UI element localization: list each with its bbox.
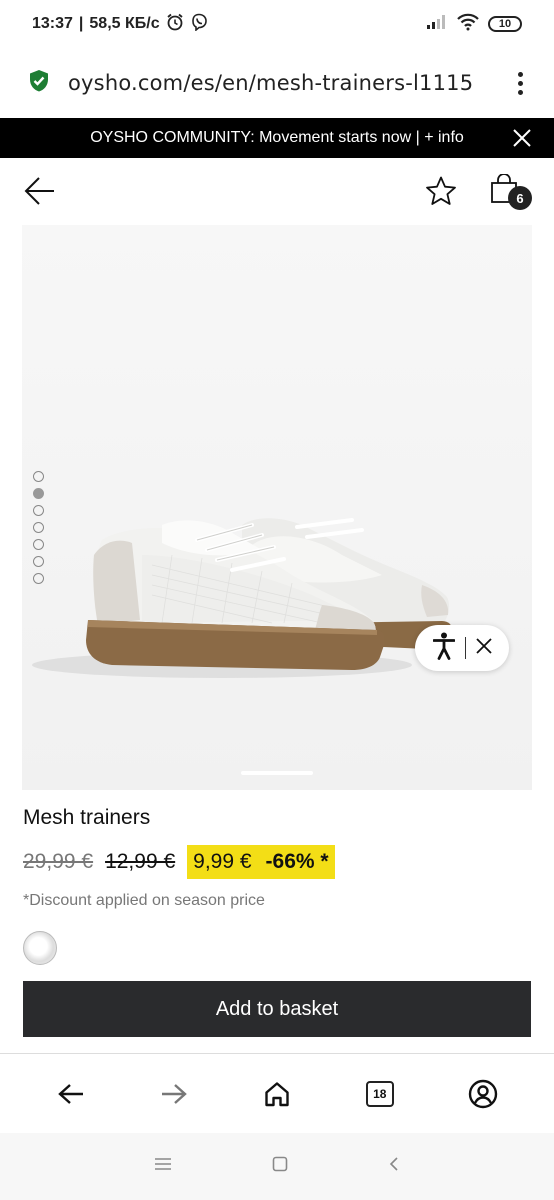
status-right: 10 (426, 13, 522, 36)
status-left: 13:37 | 58,5 КБ/с (32, 13, 208, 36)
battery-icon: 10 (488, 16, 522, 32)
network-speed: 58,5 КБ/с (89, 15, 160, 32)
chevron-left-icon[interactable] (388, 1156, 400, 1177)
close-icon[interactable] (512, 128, 532, 148)
status-divider: | (78, 15, 84, 32)
square-icon[interactable] (272, 1156, 288, 1177)
url-text[interactable]: oysho.com/es/en/mesh-trainers-l1115 (68, 71, 488, 95)
product-image-carousel[interactable] (22, 225, 532, 790)
image-dot[interactable] (33, 471, 44, 482)
image-dot[interactable] (33, 573, 44, 584)
discount-note: *Discount applied on season price (23, 892, 265, 909)
bag-count-badge[interactable]: 6 (508, 186, 532, 210)
alarm-icon (166, 13, 184, 36)
image-dot[interactable] (33, 505, 44, 516)
viber-icon (190, 13, 208, 36)
price-row: 29,99 € 12,99 € 9,99 € -66% * (23, 844, 335, 880)
sale-price-badge: 9,99 € -66% * (187, 845, 335, 879)
back-arrow-icon[interactable] (24, 176, 56, 211)
secure-shield-icon[interactable] (28, 69, 50, 98)
product-title: Mesh trainers (23, 806, 151, 829)
image-dot[interactable] (33, 522, 44, 533)
signal-icon (426, 14, 448, 35)
forward-icon[interactable] (150, 1070, 198, 1118)
image-dot[interactable] (33, 539, 44, 550)
product-photo (22, 225, 532, 790)
browser-bottom-nav: 18 (0, 1053, 554, 1133)
accessibility-icon[interactable] (432, 632, 455, 665)
add-to-basket-button[interactable]: Add to basket (23, 981, 531, 1037)
tab-count[interactable]: 18 (365, 1080, 394, 1107)
image-dot[interactable] (33, 556, 44, 567)
browser-menu-icon[interactable] (510, 71, 530, 95)
wifi-icon (456, 13, 480, 36)
profile-icon[interactable] (459, 1070, 507, 1118)
price-sale: 9,99 € (193, 850, 252, 873)
widget-divider (464, 637, 466, 659)
system-nav-bar (0, 1133, 554, 1200)
promo-banner[interactable]: OYSHO COMMUNITY: Movement starts now | +… (0, 118, 554, 158)
menu-lines-icon[interactable] (154, 1157, 172, 1176)
back-icon[interactable] (47, 1070, 95, 1118)
status-time: 13:37 (32, 15, 73, 32)
url-bar[interactable]: oysho.com/es/en/mesh-trainers-l1115 (0, 48, 554, 118)
tabs-icon[interactable]: 18 (356, 1070, 404, 1118)
status-bar: 13:37 | 58,5 КБ/с 10 (0, 0, 554, 48)
home-icon[interactable] (253, 1070, 301, 1118)
accessibility-widget[interactable] (415, 625, 509, 671)
swipe-indicator (241, 771, 313, 775)
star-icon[interactable] (425, 175, 457, 212)
price-previous: 12,99 € (105, 850, 176, 873)
page-header (0, 158, 554, 224)
promo-text[interactable]: OYSHO COMMUNITY: Movement starts now | +… (90, 129, 464, 147)
image-pagination[interactable] (33, 471, 44, 584)
discount-percent: -66% * (265, 850, 329, 873)
image-dot-active[interactable] (33, 488, 44, 499)
price-original: 29,99 € (23, 850, 94, 873)
color-swatch[interactable] (23, 931, 57, 965)
close-icon[interactable] (475, 637, 492, 659)
